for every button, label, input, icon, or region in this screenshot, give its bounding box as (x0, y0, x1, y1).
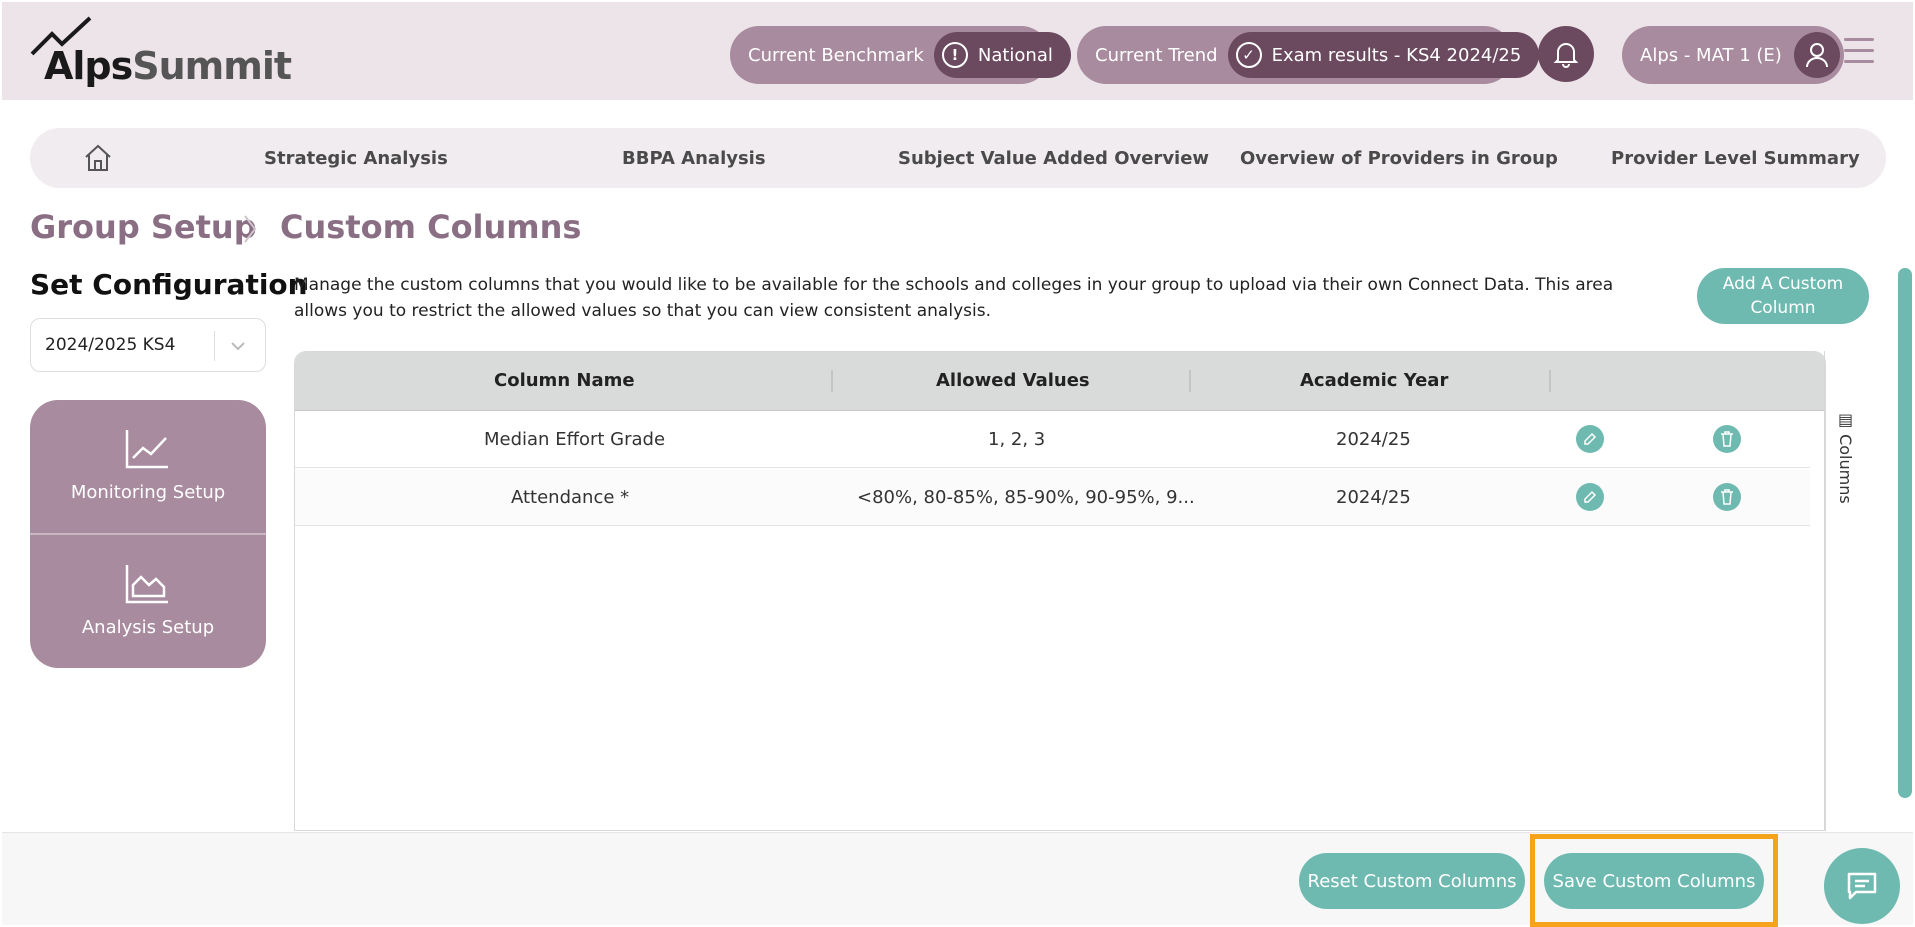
table-row: Attendance * <80%, 80-85%, 85-90%, 90-95… (295, 469, 1810, 526)
home-button[interactable] (82, 142, 114, 178)
cell-column-name: Median Effort Grade (484, 429, 666, 450)
avatar (1793, 32, 1840, 78)
chevron-down-icon (231, 342, 245, 351)
nav-bbpa-analysis[interactable]: BBPA Analysis (622, 148, 766, 169)
user-menu[interactable]: Alps - MAT 1 (E) (1622, 26, 1844, 84)
breadcrumb-parent[interactable]: Group Setup (30, 208, 257, 246)
page-scrollbar[interactable] (1898, 268, 1912, 798)
chat-button[interactable] (1824, 848, 1900, 924)
alert-icon: ! (941, 42, 968, 68)
cell-allowed-values: <80%, 80-85%, 85-90%, 90-95%, 9... (857, 487, 1195, 508)
header-academic-year[interactable]: Academic Year (1300, 370, 1448, 391)
line-chart-icon (125, 430, 168, 469)
custom-columns-table: Column Name Allowed Values Academic Year… (294, 351, 1826, 831)
area-chart-icon (125, 565, 168, 604)
config-select-value: 2024/2025 KS4 (45, 335, 176, 355)
main-nav: Strategic Analysis BBPA Analysis Subject… (30, 128, 1886, 188)
nav-subject-value-added[interactable]: Subject Value Added Overview (898, 148, 1209, 169)
highlight-box (1530, 834, 1778, 927)
top-header: AlpsSummit Current Benchmark ! National … (2, 2, 1913, 100)
table-header: Column Name Allowed Values Academic Year (295, 352, 1825, 411)
edit-icon (1584, 490, 1597, 503)
columns-toggle-label: Columns (1836, 434, 1855, 504)
home-icon (85, 144, 111, 171)
columns-toggle[interactable]: ▤ Columns (1836, 410, 1855, 504)
delete-button[interactable] (1713, 483, 1741, 511)
benchmark-pill[interactable]: Current Benchmark ! National (730, 26, 1071, 84)
cell-column-name: Attendance * (511, 487, 630, 508)
page-title: Custom Columns (280, 208, 582, 246)
nav-providers-overview[interactable]: Overview of Providers in Group (1240, 148, 1558, 169)
delete-button[interactable] (1713, 425, 1741, 453)
trash-icon (1721, 489, 1733, 505)
user-icon (1805, 43, 1828, 68)
edit-icon (1584, 432, 1597, 445)
notifications-button[interactable] (1538, 26, 1594, 82)
sidebar-item-label: Monitoring Setup (70, 482, 226, 503)
chevron-right-icon (244, 215, 257, 243)
sidebar-item-label: Analysis Setup (81, 617, 215, 638)
sidebar-item-monitoring-setup[interactable]: Monitoring Setup (30, 400, 266, 533)
hamburger-menu-icon[interactable] (1844, 38, 1874, 64)
table-row: Median Effort Grade 1, 2, 3 2024/25 (295, 411, 1810, 468)
benchmark-value: National (977, 44, 1053, 66)
trend-pill[interactable]: Current Trend ✓ Exam results - KS4 2024/… (1077, 26, 1540, 84)
set-configuration-heading: Set Configuration (30, 268, 308, 301)
cell-academic-year: 2024/25 (1336, 487, 1411, 508)
app-logo[interactable]: AlpsSummit (30, 16, 292, 88)
logo-text-main: Alps (44, 44, 133, 88)
nav-strategic-analysis[interactable]: Strategic Analysis (264, 148, 448, 169)
cell-allowed-values: 1, 2, 3 (988, 429, 1046, 450)
sidebar-item-analysis-setup[interactable]: Analysis Setup (30, 535, 266, 668)
config-select[interactable]: 2024/2025 KS4 (30, 318, 266, 372)
benchmark-label: Current Benchmark (748, 44, 924, 66)
add-custom-column-button[interactable]: Add A Custom Column (1697, 268, 1869, 324)
chat-icon (1847, 872, 1877, 900)
bell-icon (1553, 43, 1579, 68)
header-allowed-values[interactable]: Allowed Values (936, 370, 1090, 391)
cell-academic-year: 2024/25 (1336, 429, 1411, 450)
header-column-name[interactable]: Column Name (494, 370, 635, 391)
trend-value: Exam results - KS4 2024/25 (1271, 44, 1522, 66)
edit-button[interactable] (1576, 425, 1604, 453)
user-label: Alps - MAT 1 (E) (1640, 44, 1782, 66)
check-circle-icon: ✓ (1235, 42, 1262, 68)
edit-button[interactable] (1576, 483, 1604, 511)
logo-text-sub: Summit (132, 44, 292, 88)
reset-custom-columns-button[interactable]: Reset Custom Columns (1299, 853, 1525, 909)
columns-icon: ▤ (1836, 410, 1855, 435)
trend-label: Current Trend (1095, 44, 1218, 66)
page-description: Manage the custom columns that you would… (294, 275, 1614, 321)
nav-provider-summary[interactable]: Provider Level Summary (1611, 148, 1860, 169)
trash-icon (1721, 431, 1733, 447)
setup-menu: Monitoring Setup Analysis Setup (30, 400, 266, 668)
